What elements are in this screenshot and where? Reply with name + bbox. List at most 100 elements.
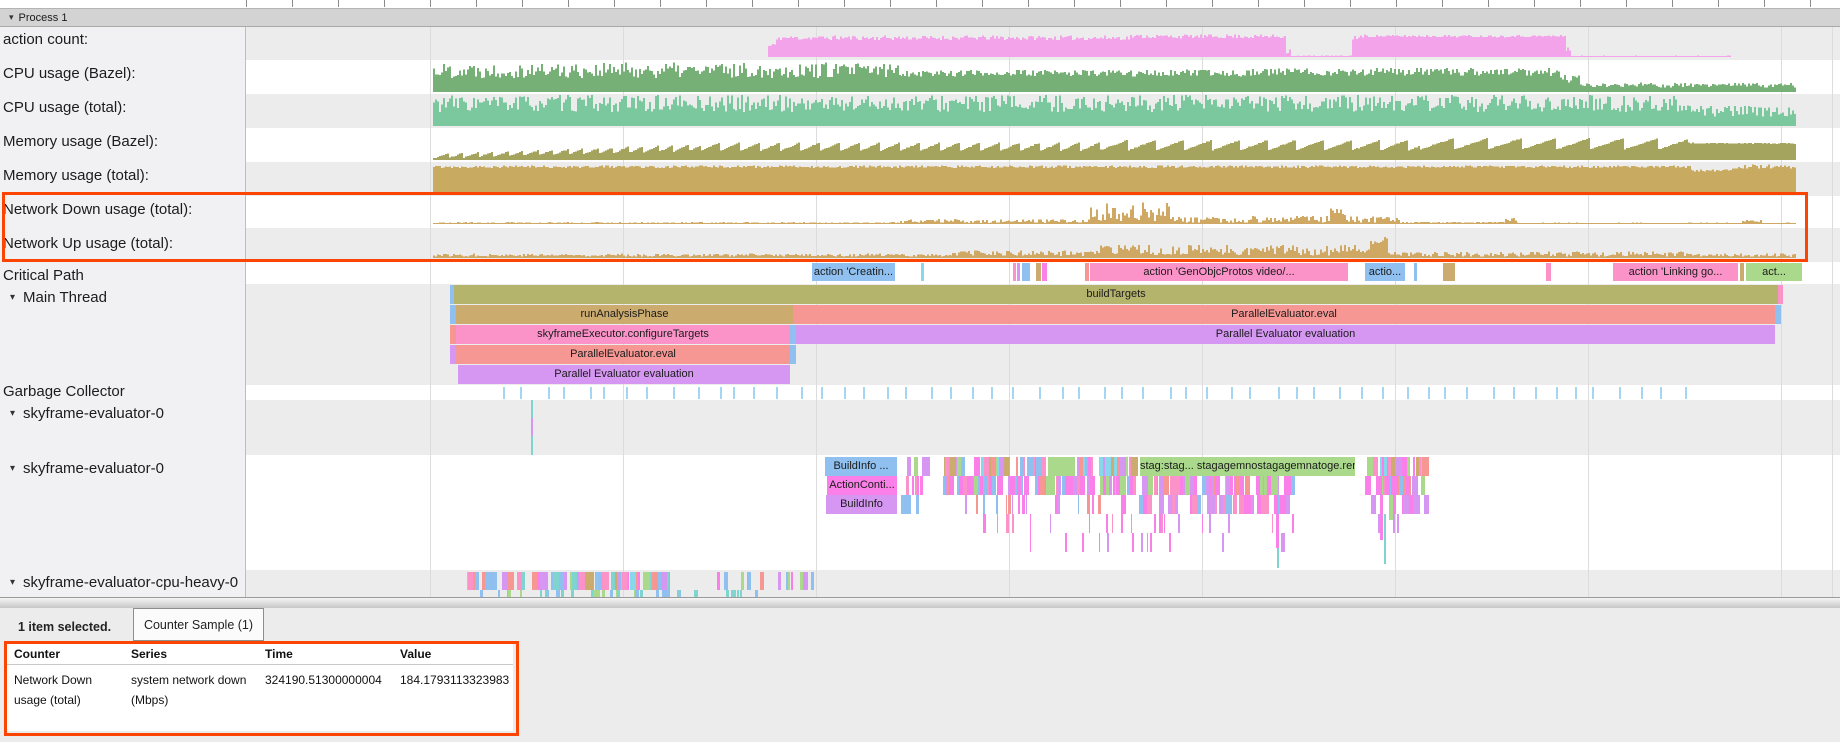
critical-path-slice[interactable]: action 'Creatin... — [812, 263, 895, 281]
track-row-skyframe-evaluator-cpu-heavy-0[interactable]: ▾skyframe-evaluator-cpu-heavy-0 — [0, 572, 245, 594]
main-thread-slice[interactable] — [1778, 285, 1783, 304]
slice-cluster-cpu-heavy-dense[interactable] — [467, 572, 670, 590]
track-row-cpu-usage-bazel[interactable]: CPU usage (Bazel): — [0, 63, 248, 85]
critical-path-slice[interactable] — [1546, 263, 1551, 281]
collapse-arrow-icon[interactable]: ▾ — [10, 572, 15, 594]
slice-cluster-sky-a-ticks[interactable] — [907, 457, 930, 476]
details-table-row[interactable]: Network Down usage (total)system network… — [7, 665, 513, 710]
skyframe-evaluator-slice[interactable]: BuildInfo ... — [825, 457, 897, 476]
main-thread-slice[interactable]: skyframeExecutor.configureTargets — [456, 325, 790, 344]
slice-cluster-sky-a-dense2[interactable] — [1077, 457, 1138, 476]
ruler-tick — [1580, 0, 1581, 7]
track-row-memory-usage-total[interactable]: Memory usage (total): — [0, 165, 248, 187]
skyframe-evaluator-slice[interactable] — [1384, 514, 1386, 564]
ruler-tick — [1718, 0, 1719, 7]
slice-cluster-gc-ticks[interactable] — [503, 387, 1687, 399]
track-label-text: Memory usage (total): — [3, 165, 149, 187]
tab-counter-sample[interactable]: Counter Sample (1) — [133, 608, 264, 641]
collapse-arrow-icon[interactable]: ▾ — [10, 403, 15, 425]
track-row-action-count[interactable]: action count: — [0, 29, 248, 51]
track-label-text: Main Thread — [23, 287, 107, 309]
collapse-arrow-icon[interactable]: ▾ — [10, 287, 15, 309]
track-label-text: Memory usage (Bazel): — [3, 131, 158, 153]
skyframe-evaluator-slice[interactable] — [1380, 495, 1383, 540]
critical-path-slice[interactable] — [1414, 263, 1417, 281]
skyframe-evaluator-slice[interactable] — [1277, 548, 1279, 568]
selection-status: 1 item selected. — [18, 620, 111, 634]
ruler-tick — [1258, 0, 1259, 7]
critical-path-slice[interactable] — [921, 263, 924, 281]
slice-cluster-sky-a-dense3[interactable] — [1367, 457, 1429, 476]
details-table-cell: 324190.51300000004 — [258, 670, 393, 710]
main-thread-slice[interactable]: ParallelEvaluator.eval — [793, 305, 1775, 324]
critical-path-slice[interactable]: action 'Linking go... — [1613, 263, 1738, 281]
slice-cluster-cpu-heavy-sub[interactable] — [480, 590, 698, 597]
critical-path-slice[interactable] — [1017, 263, 1020, 281]
skyframe-evaluator-slice[interactable]: stag:stag... stagagemnostagagemnatoge.re… — [1140, 457, 1355, 476]
slice-cluster-sky-c-dense[interactable] — [1139, 495, 1290, 514]
skyframe-evaluator-slice[interactable] — [1048, 457, 1075, 476]
process-header-label: Process 1 — [19, 12, 68, 24]
critical-path-slice[interactable] — [1740, 263, 1744, 281]
skyframe-evaluator-slice[interactable] — [1276, 514, 1279, 548]
slice-cluster-sky-e-drips[interactable] — [1030, 533, 1285, 552]
slice-cluster-cpu-heavy-sparse[interactable] — [717, 572, 814, 590]
main-thread-slice[interactable]: runAnalysisPhase — [456, 305, 793, 324]
track-label-text: CPU usage (total): — [3, 97, 126, 119]
skyframe-evaluator-slice[interactable] — [916, 495, 919, 514]
track-row-cpu-usage-total[interactable]: CPU usage (total): — [0, 97, 248, 119]
critical-path-slice[interactable] — [1036, 263, 1041, 281]
ruler-tick — [844, 0, 845, 7]
slice-cluster-sky-b-dense[interactable] — [943, 476, 1295, 495]
ruler-tick — [706, 0, 707, 7]
ruler-tick — [1810, 0, 1811, 7]
skyframe-evaluator-slice[interactable] — [531, 418, 533, 436]
ruler-tick — [614, 0, 615, 7]
process-1-header[interactable]: ▾ Process 1 — [0, 9, 1840, 27]
details-column-header: Value — [393, 644, 513, 664]
skyframe-evaluator-slice[interactable]: BuildInfo — [826, 495, 897, 514]
main-thread-slice[interactable]: buildTargets — [454, 285, 1778, 304]
tab-label: Counter Sample (1) — [144, 618, 253, 632]
track-row-memory-usage-bazel[interactable]: Memory usage (Bazel): — [0, 131, 248, 153]
main-thread-slice[interactable] — [1775, 305, 1781, 324]
collapse-arrow-icon: ▾ — [9, 12, 14, 23]
main-thread-slice[interactable]: Parallel Evaluator evaluation — [458, 365, 790, 384]
main-thread-slice[interactable] — [790, 345, 796, 364]
main-thread-slice[interactable]: Parallel Evaluator evaluation — [796, 325, 1775, 344]
timeline-ruler[interactable] — [0, 0, 1840, 9]
critical-path-slice[interactable] — [1085, 263, 1089, 281]
track-row-network-up-usage-total[interactable]: Network Up usage (total): — [0, 233, 248, 255]
critical-path-slice[interactable]: act... — [1746, 263, 1802, 281]
ruler-tick — [430, 0, 431, 7]
track-row-garbage-collector[interactable]: Garbage Collector — [0, 381, 248, 403]
slice-cluster-sky-b-ticks[interactable] — [906, 476, 923, 495]
ruler-tick — [1304, 0, 1305, 7]
track-label-text: Network Up usage (total): — [3, 233, 173, 255]
critical-path-slice[interactable] — [1042, 263, 1047, 281]
main-thread-slice[interactable]: ParallelEvaluator.eval — [456, 345, 790, 364]
skyframe-evaluator-slice[interactable] — [901, 495, 911, 514]
collapse-arrow-icon[interactable]: ▾ — [10, 458, 15, 480]
critical-path-slice[interactable] — [1022, 263, 1030, 281]
slice-cluster-sky-c-sparse[interactable] — [965, 495, 1126, 514]
slice-cluster-sky-a-dense1[interactable] — [944, 457, 1046, 476]
critical-path-slice[interactable] — [1013, 263, 1016, 281]
slice-cluster-cpu-heavy-sub2[interactable] — [726, 590, 758, 597]
slice-cluster-sky-b-dense2[interactable] — [1365, 476, 1425, 495]
track-row-main-thread[interactable]: ▾ Main Thread — [0, 287, 245, 309]
track-row-critical-path[interactable]: Critical Path — [0, 265, 248, 287]
track-row-network-down-usage-total[interactable]: Network Down usage (total): — [0, 199, 248, 221]
ruler-tick — [1166, 0, 1167, 7]
track-row-skyframe-evaluator-0[interactable]: ▾skyframe-evaluator-0 — [0, 403, 245, 425]
skyframe-evaluator-slice[interactable]: ActionConti... — [827, 476, 897, 495]
track-label-text: Critical Path — [3, 265, 84, 287]
critical-path-slice[interactable]: action 'GenObjcProtos video/... — [1090, 263, 1348, 281]
critical-path-slice[interactable]: actio... — [1365, 263, 1405, 281]
critical-path-slice[interactable] — [1443, 263, 1455, 281]
track-row-skyframe-evaluator-0[interactable]: ▾skyframe-evaluator-0 — [0, 458, 245, 480]
ruler-tick — [476, 0, 477, 7]
skyframe-evaluator-slice[interactable] — [1389, 495, 1393, 520]
slice-cluster-sky-d-drips[interactable] — [983, 514, 1294, 533]
details-panel: 1 item selected. Counter Sample (1) Coun… — [0, 608, 1840, 742]
